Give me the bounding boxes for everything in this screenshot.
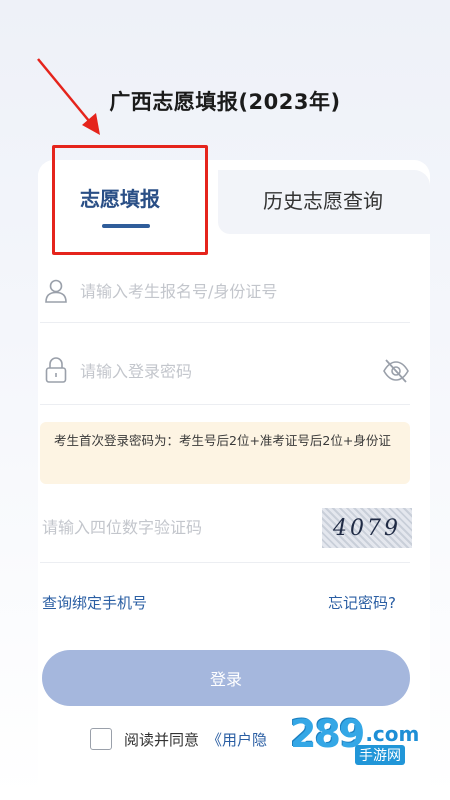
password-input[interactable] xyxy=(80,358,370,384)
captcha-input[interactable] xyxy=(42,514,312,540)
divider xyxy=(40,322,410,323)
lock-icon xyxy=(45,357,67,383)
user-agreement-link[interactable]: 《用户隐 xyxy=(207,729,267,750)
checkbox-icon[interactable] xyxy=(90,728,112,750)
captcha-image[interactable]: 4079 xyxy=(322,508,412,548)
agreement-text: 阅读并同意 xyxy=(124,730,200,749)
divider xyxy=(40,562,410,563)
bind-phone-link[interactable]: 查询绑定手机号 xyxy=(42,592,147,613)
user-icon xyxy=(45,279,67,303)
exam-id-input[interactable] xyxy=(80,278,400,304)
annotation-highlight-box xyxy=(52,145,208,255)
watermark-domain: .com xyxy=(365,722,420,746)
watermark-subtitle: 手游网 xyxy=(355,745,405,765)
tab-history-query[interactable]: 历史志愿查询 xyxy=(263,185,383,214)
watermark-number: 289 xyxy=(290,712,365,756)
login-button[interactable]: 登录 xyxy=(42,650,410,706)
password-notice: 考生首次登录密码为：考生号后2位+准考证号后2位+身份证 xyxy=(40,422,410,484)
arrow-icon xyxy=(37,58,100,135)
forgot-password-link[interactable]: 忘记密码? xyxy=(328,592,396,613)
agreement-row: 阅读并同意 《用户隐 xyxy=(90,728,267,750)
eye-off-icon[interactable] xyxy=(382,358,410,384)
divider xyxy=(40,404,410,405)
